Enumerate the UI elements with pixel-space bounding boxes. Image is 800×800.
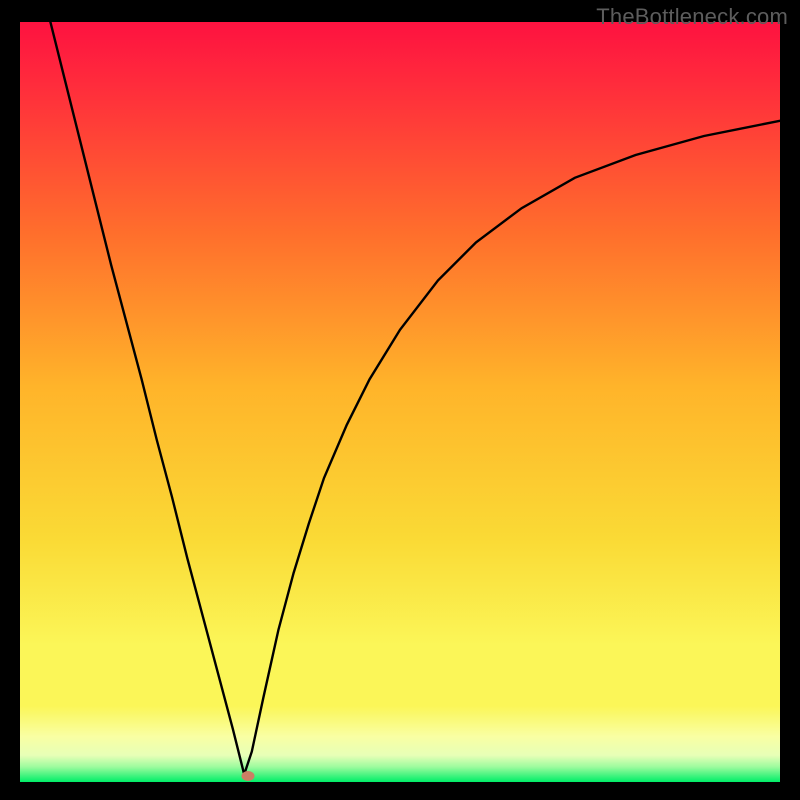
watermark-text: TheBottleneck.com: [596, 4, 788, 30]
gradient-background: [20, 22, 780, 782]
minimum-marker: [242, 771, 255, 781]
chart-frame: TheBottleneck.com: [0, 0, 800, 800]
chart-svg: [20, 22, 780, 782]
plot-area: [20, 22, 780, 782]
plot-outer: [20, 22, 780, 782]
